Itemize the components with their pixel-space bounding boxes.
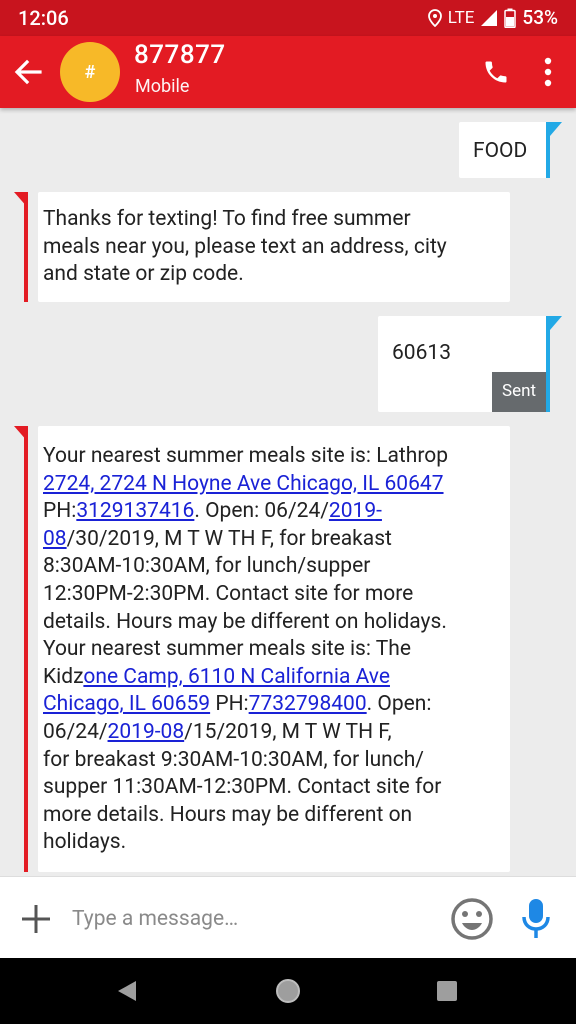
battery-icon <box>504 8 517 28</box>
message-text: Thanks for texting! To find free summer … <box>43 207 447 287</box>
more-vert-icon[interactable] <box>534 54 562 90</box>
signal-icon <box>480 9 498 27</box>
contact-avatar[interactable]: # <box>60 42 120 102</box>
message-text: 60613 <box>392 341 452 365</box>
battery-percent: 53% <box>522 6 558 29</box>
avatar-glyph: # <box>84 61 96 83</box>
message-text: Your nearest summer meals site is: Lathr… <box>43 444 449 855</box>
message-incoming[interactable]: Thanks for texting! To find free summer … <box>14 192 510 302</box>
plus-icon[interactable] <box>18 901 54 937</box>
status-time: 12:06 <box>18 6 69 30</box>
date-link[interactable]: 08 <box>43 527 67 551</box>
address-link[interactable]: one Camp, 6110 N California Ave <box>83 665 390 689</box>
microphone-icon[interactable] <box>516 895 556 943</box>
phone-icon[interactable] <box>478 54 514 90</box>
emoji-icon[interactable] <box>450 897 494 941</box>
status-icons: LTE 53% <box>427 6 558 29</box>
system-nav-bar <box>0 958 576 1024</box>
recents-square-icon[interactable] <box>432 976 462 1006</box>
network-type: LTE <box>447 7 475 28</box>
back-arrow-icon[interactable] <box>10 54 46 90</box>
message-outgoing[interactable]: FOOD <box>459 122 562 178</box>
conversation-header: # 877877 Mobile <box>0 36 576 108</box>
contact-type: Mobile <box>135 76 190 97</box>
back-triangle-icon[interactable] <box>112 976 142 1006</box>
home-circle-icon[interactable] <box>273 976 303 1006</box>
address-link[interactable]: Chicago, IL 60659 <box>43 692 210 716</box>
contact-number[interactable]: 877877 <box>134 40 226 70</box>
message-list[interactable]: FOOD Thanks for texting! To find free su… <box>0 108 576 872</box>
message-outgoing[interactable]: 60613 Sent <box>378 316 562 412</box>
sent-status-badge: Sent <box>492 372 546 412</box>
date-link[interactable]: 2019- <box>329 499 382 523</box>
phone-link[interactable]: 3129137416 <box>76 499 194 523</box>
message-input[interactable] <box>70 903 434 935</box>
status-bar: 12:06 LTE 53% <box>0 0 576 36</box>
location-icon <box>427 8 442 27</box>
message-incoming[interactable]: Your nearest summer meals site is: Lathr… <box>14 426 510 872</box>
compose-bar <box>0 876 576 959</box>
message-text: FOOD <box>473 139 528 163</box>
phone-link[interactable]: 7732798400 <box>249 692 367 716</box>
address-link[interactable]: 2724, 2724 N Hoyne Ave Chicago, IL 60647 <box>43 472 444 496</box>
date-link[interactable]: 2019-08 <box>108 720 185 744</box>
